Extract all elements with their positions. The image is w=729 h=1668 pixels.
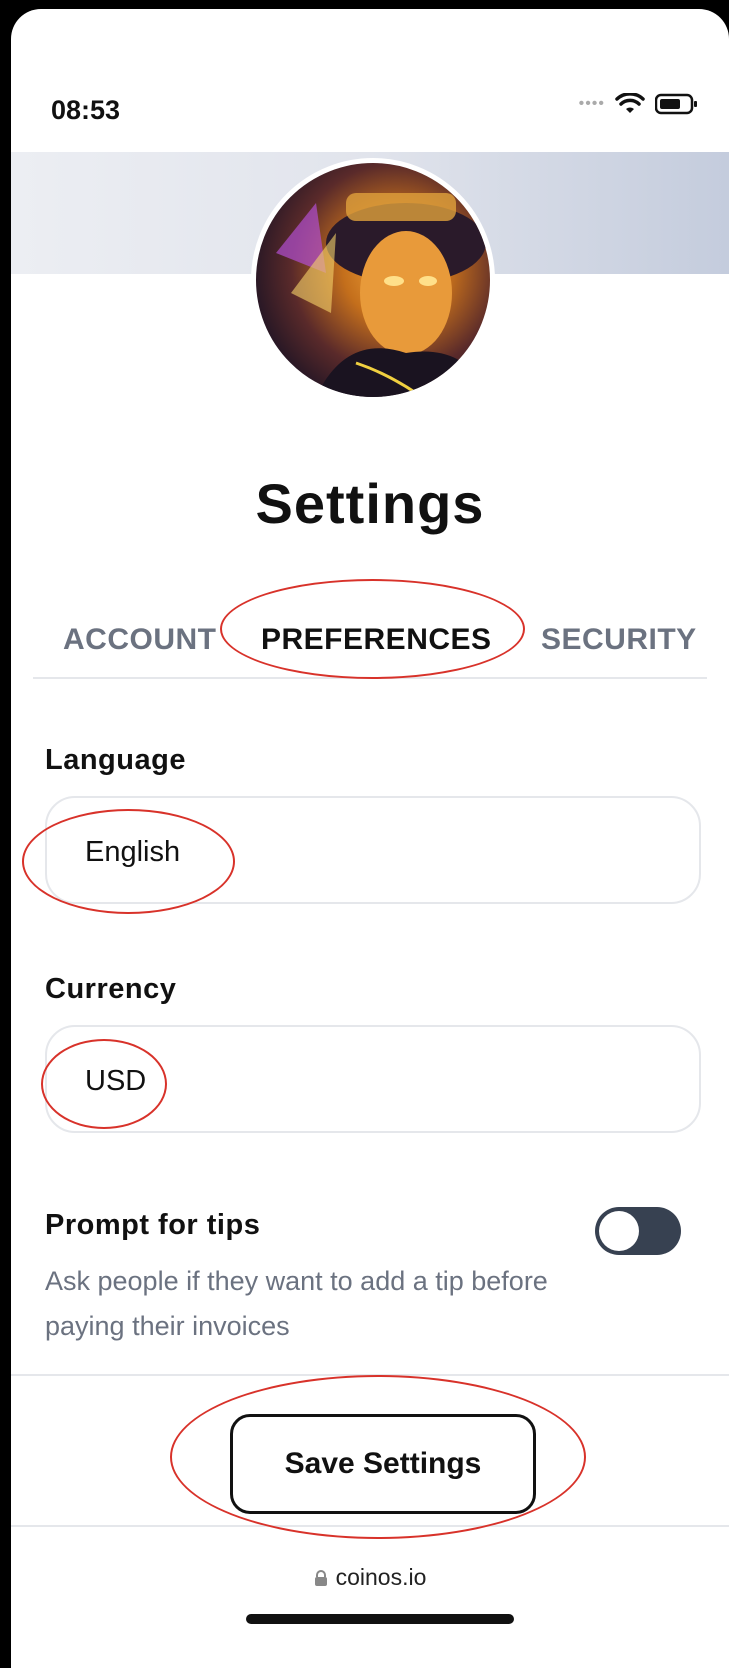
avatar[interactable] xyxy=(251,158,495,402)
tab-preferences[interactable]: PREFERENCES xyxy=(261,623,492,657)
browser-divider xyxy=(11,1525,729,1527)
wifi-icon xyxy=(615,93,645,113)
tab-security[interactable]: SECURITY xyxy=(541,623,697,657)
currency-value: USD xyxy=(85,1065,147,1097)
status-time: 08:53 xyxy=(51,95,121,125)
tips-description: Ask people if they want to add a tip bef… xyxy=(45,1266,548,1341)
settings-tabs: ACCOUNT PREFERENCES SECURITY xyxy=(33,609,707,679)
tab-account[interactable]: ACCOUNT xyxy=(63,623,217,657)
language-select[interactable]: English xyxy=(45,796,701,904)
avatar-image xyxy=(276,193,490,397)
home-indicator xyxy=(246,1614,514,1624)
phone-screen: 08:53 •••• Settings ACCOUNT PREFERENCES … xyxy=(11,9,729,1668)
tips-toggle[interactable] xyxy=(595,1207,681,1255)
signal-icon: •••• xyxy=(578,95,605,112)
status-icons: •••• xyxy=(579,93,699,115)
browser-url: coinos.io xyxy=(335,1564,427,1590)
lock-icon xyxy=(314,1570,327,1587)
language-value: English xyxy=(85,836,181,868)
browser-url-bar[interactable]: coinos.io xyxy=(11,1564,729,1591)
save-settings-button[interactable]: Save Settings xyxy=(230,1414,536,1514)
toggle-knob xyxy=(599,1211,639,1251)
tips-label: Prompt for tips xyxy=(45,1209,261,1241)
currency-label: Currency xyxy=(45,973,177,1005)
currency-select[interactable]: USD xyxy=(45,1025,701,1133)
battery-icon xyxy=(655,93,697,115)
language-label: Language xyxy=(45,744,186,776)
page-title: Settings xyxy=(255,472,485,535)
footer-divider xyxy=(11,1374,729,1376)
